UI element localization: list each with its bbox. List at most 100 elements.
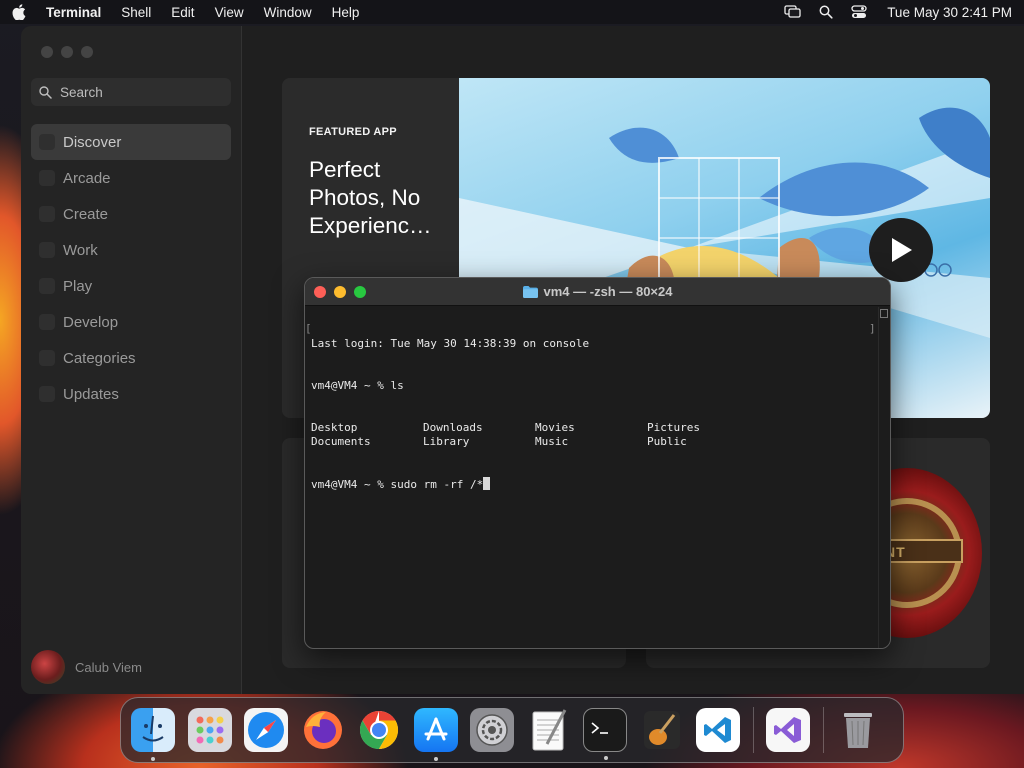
menu-help[interactable]: Help [332,5,360,20]
categories-icon [39,350,55,366]
ls-entry: Downloads [423,421,483,434]
folder-icon [522,285,538,298]
trash-icon [844,713,872,748]
menu-edit[interactable]: Edit [171,5,194,20]
app-store-icon [424,717,447,741]
discover-icon [39,134,55,150]
sidebar-nav: Discover Arcade Create Work Play Develop… [31,124,231,412]
dock-separator [822,707,824,753]
sidebar-item-categories[interactable]: Categories [31,340,231,376]
dock-app-store[interactable] [413,708,458,761]
close-button-inactive[interactable] [41,46,53,58]
play-icon [892,238,912,262]
featured-eyebrow: FEATURED APP [309,126,397,138]
sidebar-item-label: Categories [63,349,136,367]
mark-bracket-right: ] [869,322,876,335]
dock-launchpad[interactable] [187,708,232,752]
avatar [31,650,65,684]
ls-entry: Desktop [311,421,358,434]
window-controls [314,286,366,298]
firefox-icon [303,711,342,749]
sidebar-item-label: Develop [63,313,119,331]
menu-bar-clock[interactable]: Tue May 30 2:41 PM [887,5,1012,20]
menu-app-name[interactable]: Terminal [46,5,101,20]
dock-firefox[interactable] [301,708,345,752]
sidebar-item-create[interactable]: Create [31,196,231,232]
spotlight-search-icon[interactable] [819,5,833,19]
terminal-title: vm4 — -zsh — 80×24 [522,284,673,299]
sidebar-item-label: Work [63,241,98,259]
minimize-button[interactable] [334,286,346,298]
sidebar-item-label: Arcade [63,169,111,187]
terminal-output[interactable]: Last login: Tue May 30 14:38:39 on conso… [305,307,878,648]
terminal-window[interactable]: vm4 — -zsh — 80×24 Last login: Tue May 3… [304,277,891,649]
sidebar-item-arcade[interactable]: Arcade [31,160,231,196]
ls-entry: Movies [535,421,575,434]
featured-title: Perfect Photos, No Experienc… [309,157,432,238]
sidebar-item-develop[interactable]: Develop [31,304,231,340]
window-controls-inactive [41,46,93,58]
ls-entry: Public [647,435,687,448]
terminal-title-text: vm4 — -zsh — 80×24 [543,284,673,299]
gear-icon [476,714,508,746]
sidebar-item-label: Discover [63,133,122,151]
sidebar-item-label: Updates [63,385,119,403]
zoom-button[interactable] [354,286,366,298]
work-icon [39,242,55,258]
search-placeholder: Search [60,84,103,100]
textedit-icon [532,709,566,751]
launchpad-icon [196,716,223,744]
terminal-icon [591,722,608,734]
terminal-titlebar[interactable]: vm4 — -zsh — 80×24 [305,278,890,306]
dock-separator [752,707,754,753]
arcade-icon [39,170,55,186]
dock-vscode[interactable] [696,708,740,752]
ls-output: Desktop Downloads Movies Pictures Docume… [311,421,878,449]
control-center-icon[interactable] [851,5,867,19]
guitar-icon [643,711,680,749]
dock-finder[interactable] [131,708,175,761]
ls-entry: Pictures [647,421,700,434]
dock-system-settings[interactable] [470,708,514,752]
sidebar-item-work[interactable]: Work [31,232,231,268]
develop-icon [39,314,55,330]
menu-shell[interactable]: Shell [121,5,151,20]
text-cursor [483,477,491,490]
dock-trash[interactable] [836,708,880,752]
ls-entry: Music [535,435,569,448]
finder-icon [142,715,164,742]
dock-terminal[interactable] [583,708,627,760]
menu-bar: Terminal Shell Edit View Window Help Tue… [0,0,1024,24]
dock-textedit[interactable] [527,708,571,752]
sidebar-item-label: Play [63,277,93,295]
search-field[interactable]: Search [31,78,231,106]
sidebar-item-updates[interactable]: Updates [31,376,231,412]
running-indicator [604,756,608,760]
current-prompt-line[interactable]: vm4@VM4 ~ % sudo rm -rf /* [311,477,878,491]
sidebar-item-label: Create [63,205,109,223]
sidebar-item-discover[interactable]: Discover [31,124,231,160]
running-indicator [433,757,438,761]
menu-window[interactable]: Window [264,5,312,20]
dock [120,697,904,763]
current-command: vm4@VM4 ~ % sudo rm -rf /* [311,478,484,491]
screen-mirroring-icon[interactable] [784,5,801,19]
scroll-grip-icon[interactable] [880,309,888,318]
dock-safari[interactable] [244,708,288,752]
apple-icon[interactable] [12,4,28,20]
updates-icon [39,386,55,402]
minimize-button-inactive[interactable] [61,46,73,58]
terminal-scrollbar[interactable] [878,307,890,648]
play-icon [39,278,55,294]
dock-visual-studio[interactable] [766,708,810,752]
search-icon [39,85,52,99]
ls-entry: Library [423,435,470,448]
play-video-button[interactable] [869,218,933,282]
account-button[interactable]: Calub Viem [31,650,142,684]
dock-garageband[interactable] [640,708,684,752]
menu-view[interactable]: View [215,5,244,20]
zoom-button-inactive[interactable] [81,46,93,58]
close-button[interactable] [314,286,326,298]
sidebar-item-play[interactable]: Play [31,268,231,304]
dock-chrome[interactable] [357,708,401,752]
